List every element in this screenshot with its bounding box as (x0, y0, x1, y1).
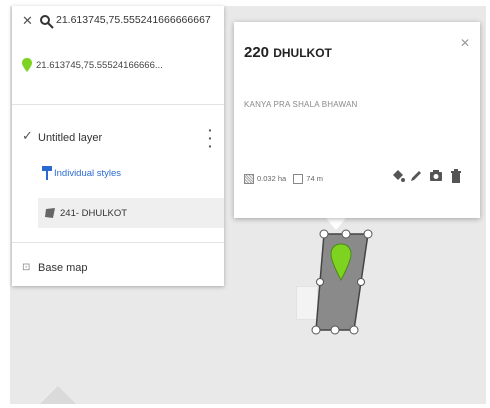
search-icon[interactable] (39, 14, 55, 30)
close-icon[interactable]: ✕ (22, 13, 33, 29)
card-title: 220 DHULKOT (244, 44, 332, 61)
pin-icon (22, 58, 32, 72)
pencil-icon[interactable] (408, 168, 424, 184)
paint-bucket-icon[interactable] (390, 168, 406, 184)
layer-title[interactable]: Untitled layer (38, 132, 102, 144)
trash-icon[interactable] (448, 168, 464, 184)
close-icon[interactable]: ✕ (460, 36, 470, 50)
perimeter-value: 74 m (306, 174, 323, 183)
feature-list-item[interactable]: 241- DHULKOT (38, 198, 224, 228)
ruler-icon (293, 174, 304, 185)
individual-styles-link[interactable]: Individual styles (54, 168, 121, 179)
card-description: KANYA PRA SHALA BHAWAN (244, 100, 358, 109)
card-title-number: 220 (244, 44, 270, 61)
divider (12, 104, 224, 105)
search-query[interactable]: 21.613745,75.555241666666667 (56, 14, 211, 26)
card-measurements: 0.032 ha 74 m (244, 174, 323, 185)
polygon-icon (45, 208, 55, 218)
expand-icon[interactable]: ⊡ (22, 262, 32, 273)
area-icon (244, 174, 254, 185)
more-vert-icon[interactable]: · · · (208, 123, 213, 153)
map-terrain-shape (32, 386, 84, 404)
search-row: ✕ 21.613745,75.555241666666667 (12, 10, 224, 34)
search-result[interactable]: 21.613745,75.55524166666... (36, 60, 163, 71)
card-pointer (326, 218, 346, 230)
card-title-name: DHULKOT (273, 46, 332, 60)
feature-polygon[interactable] (310, 226, 380, 340)
basemap-label[interactable]: Base map (38, 262, 88, 274)
checkbox-icon[interactable]: ✓ (22, 128, 33, 144)
divider (12, 242, 224, 243)
layers-panel: ✕ 21.613745,75.555241666666667 21.613745… (12, 6, 224, 286)
area-value: 0.032 ha (257, 174, 287, 183)
feature-label: 241- DHULKOT (60, 208, 128, 219)
feature-info-card: 220 DHULKOT ✕ KANYA PRA SHALA BHAWAN 0.0… (234, 22, 480, 218)
camera-icon[interactable] (428, 168, 444, 184)
paint-icon (42, 166, 52, 180)
